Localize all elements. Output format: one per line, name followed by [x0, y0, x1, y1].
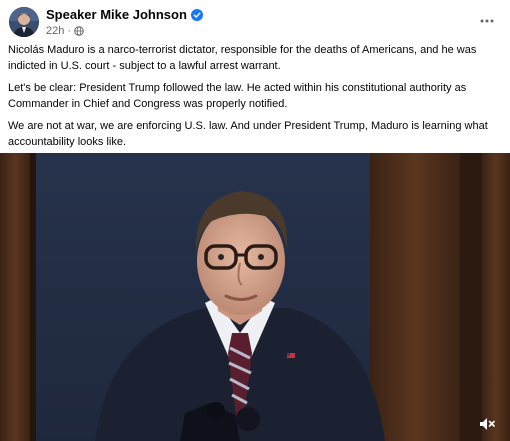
more-options-icon[interactable]	[478, 12, 496, 30]
post-paragraph-2: Let's be clear: President Trump followed…	[8, 82, 467, 110]
post-paragraph-3: We are not at war, we are enforcing U.S.…	[8, 120, 488, 148]
author-name[interactable]: Speaker Mike Johnson	[46, 7, 203, 22]
post-paragraph-1: Nicolás Maduro is a narco-terrorist dict…	[8, 44, 477, 72]
avatar[interactable]	[9, 7, 39, 37]
facebook-post: Speaker Mike Johnson 22h · Nicolás Madur…	[0, 0, 510, 441]
post-video[interactable]	[0, 153, 510, 441]
post-text: Nicolás Maduro is a narco-terrorist dict…	[8, 43, 502, 157]
post-time[interactable]: 22h	[46, 25, 64, 37]
post-meta: 22h ·	[46, 25, 84, 37]
post-header: Speaker Mike Johnson 22h ·	[0, 0, 510, 44]
author-name-text[interactable]: Speaker Mike Johnson	[46, 7, 187, 22]
muted-speaker-icon[interactable]	[478, 415, 496, 433]
verified-badge-icon	[190, 8, 203, 21]
globe-icon[interactable]	[74, 26, 84, 36]
meta-separator: ·	[67, 25, 72, 37]
